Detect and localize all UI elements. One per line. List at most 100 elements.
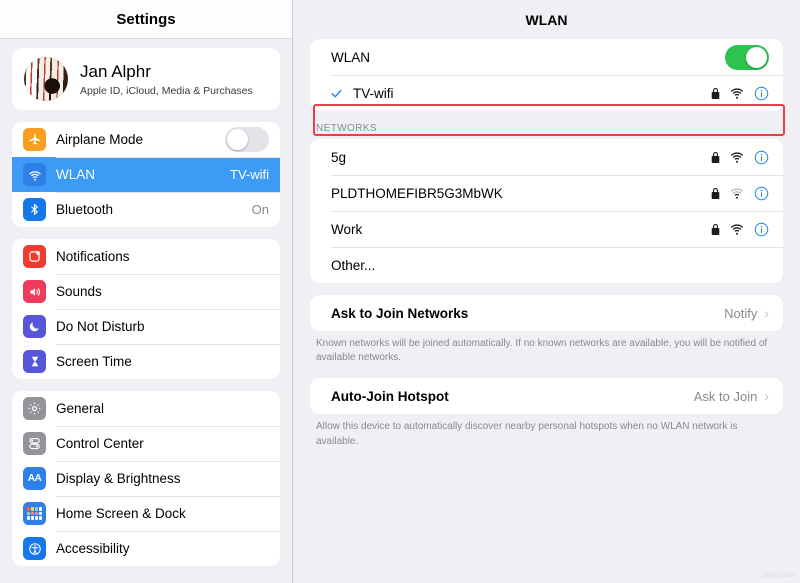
networks-card: 5g PLDTHOMEFIBR5G3MbWK Work Other... — [310, 139, 783, 283]
accessibility-icon — [23, 537, 46, 560]
sidebar-item-label: General — [56, 401, 105, 416]
settings-sidebar: Settings Jan Alphr Apple ID, iCloud, Med… — [0, 0, 293, 583]
sidebar-item-home-screen-dock[interactable]: Home Screen & Dock — [12, 496, 280, 531]
sidebar-item-airplane-mode[interactable]: Airplane Mode — [12, 122, 280, 157]
notifications-icon — [23, 245, 46, 268]
lock-icon — [711, 223, 720, 235]
wifi-signal-icon — [730, 223, 744, 235]
chevron-right-icon: › — [764, 388, 769, 405]
aa-icon: AA — [23, 467, 46, 490]
sidebar-item-apple-id[interactable]: Jan Alphr Apple ID, iCloud, Media & Purc… — [12, 48, 280, 110]
ask-to-join-card: Ask to Join Networks Notify › — [310, 295, 783, 331]
app-grid-icon — [23, 502, 46, 525]
sidebar-item-label: Display & Brightness — [56, 471, 181, 486]
sidebar-scroll-area[interactable]: Jan Alphr Apple ID, iCloud, Media & Purc… — [0, 39, 292, 583]
sidebar-item-do-not-disturb[interactable]: Do Not Disturb — [12, 309, 280, 344]
page-title: WLAN — [525, 11, 568, 28]
sidebar-item-wlan[interactable]: WLAN TV-wifi — [12, 157, 280, 192]
sidebar-item-display-brightness[interactable]: AA Display & Brightness — [12, 461, 280, 496]
sidebar-header: Settings — [0, 0, 292, 39]
lock-icon — [711, 151, 720, 163]
watermark: alphr.com — [762, 572, 795, 579]
sidebar-item-label: Airplane Mode — [56, 132, 144, 147]
connectivity-group: Airplane Mode WLAN TV-wifi Bluetooth On — [12, 122, 280, 227]
toggle-knob — [227, 129, 248, 150]
moon-icon — [23, 315, 46, 338]
lock-icon — [711, 187, 720, 199]
chevron-right-icon: › — [764, 305, 769, 321]
profile-subtitle: Apple ID, iCloud, Media & Purchases — [80, 85, 253, 98]
wifi-icon — [23, 163, 46, 186]
network-name: 5g — [331, 149, 347, 165]
sidebar-item-label: Control Center — [56, 436, 144, 451]
sidebar-item-label: Notifications — [56, 249, 130, 264]
ask-to-join-value: Notify — [724, 305, 758, 321]
sidebar-item-value: On — [251, 202, 269, 217]
wlan-toggle-label: WLAN — [331, 49, 371, 65]
auto-join-hotspot-card: Auto-Join Hotspot Ask to Join › — [310, 378, 783, 415]
sidebar-item-label: Screen Time — [56, 354, 132, 369]
sidebar-item-label: Home Screen & Dock — [56, 506, 186, 521]
connected-network-row[interactable]: TV-wifi — [310, 75, 783, 111]
system-group: General Control Center AA Display & Brig… — [12, 391, 280, 566]
wlan-status-card: WLAN TV-wifi — [310, 39, 783, 111]
network-name: Other... — [331, 257, 376, 273]
sliders-icon — [23, 432, 46, 455]
table-row[interactable]: PLDTHOMEFIBR5G3MbWK — [310, 175, 783, 211]
main-header: WLAN — [293, 0, 800, 39]
sidebar-item-general[interactable]: General — [12, 391, 280, 426]
lock-icon — [711, 87, 720, 99]
airplane-icon — [23, 128, 46, 151]
toggle-knob — [746, 46, 767, 68]
sidebar-item-label: Accessibility — [56, 541, 130, 556]
airplane-mode-toggle[interactable] — [225, 127, 269, 152]
sidebar-item-accessibility[interactable]: Accessibility — [12, 531, 280, 566]
alerts-group: Notifications Sounds Do Not Disturb Scre… — [12, 239, 280, 379]
gear-icon — [23, 397, 46, 420]
ipad-settings-screen: Settings Jan Alphr Apple ID, iCloud, Med… — [0, 0, 800, 583]
sidebar-title: Settings — [116, 10, 176, 28]
main-scroll-area[interactable]: WLAN TV-wifi NETWORKS 5g PLDTHOMEFIBR5G3… — [293, 39, 800, 583]
network-name: TV-wifi — [353, 85, 394, 101]
sounds-icon — [23, 280, 46, 303]
wifi-signal-icon — [730, 187, 744, 199]
wlan-detail-panel: WLAN WLAN TV-wifi NETWORKS 5g PLDTHOMEFI… — [293, 0, 800, 583]
sidebar-item-label: Bluetooth — [56, 202, 114, 217]
profile-group: Jan Alphr Apple ID, iCloud, Media & Purc… — [12, 48, 280, 110]
ask-to-join-footnote: Known networks will be joined automatica… — [316, 338, 768, 364]
sidebar-item-bluetooth[interactable]: Bluetooth On — [12, 192, 280, 227]
profile-text: Jan Alphr Apple ID, iCloud, Media & Purc… — [80, 61, 253, 97]
network-name: PLDTHOMEFIBR5G3MbWK — [331, 185, 503, 201]
other-network-row[interactable]: Other... — [310, 247, 783, 283]
wlan-toggle[interactable] — [725, 44, 769, 70]
auto-join-hotspot-value: Ask to Join — [693, 388, 758, 404]
info-icon[interactable] — [754, 186, 769, 201]
sidebar-item-control-center[interactable]: Control Center — [12, 426, 280, 461]
info-icon[interactable] — [754, 222, 769, 237]
sidebar-item-notifications[interactable]: Notifications — [12, 239, 280, 274]
bluetooth-icon — [23, 198, 46, 221]
wlan-toggle-row[interactable]: WLAN — [310, 39, 783, 75]
wifi-signal-icon — [730, 87, 744, 99]
profile-name: Jan Alphr — [80, 61, 151, 81]
network-indicators — [711, 186, 769, 201]
network-indicators — [711, 222, 769, 237]
sidebar-item-screen-time[interactable]: Screen Time — [12, 344, 280, 379]
network-indicators — [711, 86, 769, 101]
ask-to-join-label: Ask to Join Networks — [331, 305, 469, 321]
table-row[interactable]: 5g — [310, 139, 783, 175]
sidebar-item-label: Sounds — [56, 284, 102, 299]
networks-section-label: NETWORKS — [316, 123, 377, 134]
sidebar-item-label: WLAN — [56, 167, 96, 182]
sidebar-item-value: TV-wifi — [230, 167, 269, 182]
info-icon[interactable] — [754, 150, 769, 165]
hourglass-icon — [23, 350, 46, 373]
table-row[interactable]: Work — [310, 211, 783, 247]
network-name: Work — [331, 221, 363, 237]
sidebar-item-sounds[interactable]: Sounds — [12, 274, 280, 309]
ask-to-join-row[interactable]: Ask to Join Networks Notify › — [310, 295, 783, 331]
info-icon[interactable] — [754, 86, 769, 101]
auto-join-hotspot-footnote: Allow this device to automatically disco… — [316, 421, 738, 447]
auto-join-hotspot-label: Auto-Join Hotspot — [331, 388, 449, 404]
auto-join-hotspot-row[interactable]: Auto-Join Hotspot Ask to Join › — [310, 378, 783, 414]
